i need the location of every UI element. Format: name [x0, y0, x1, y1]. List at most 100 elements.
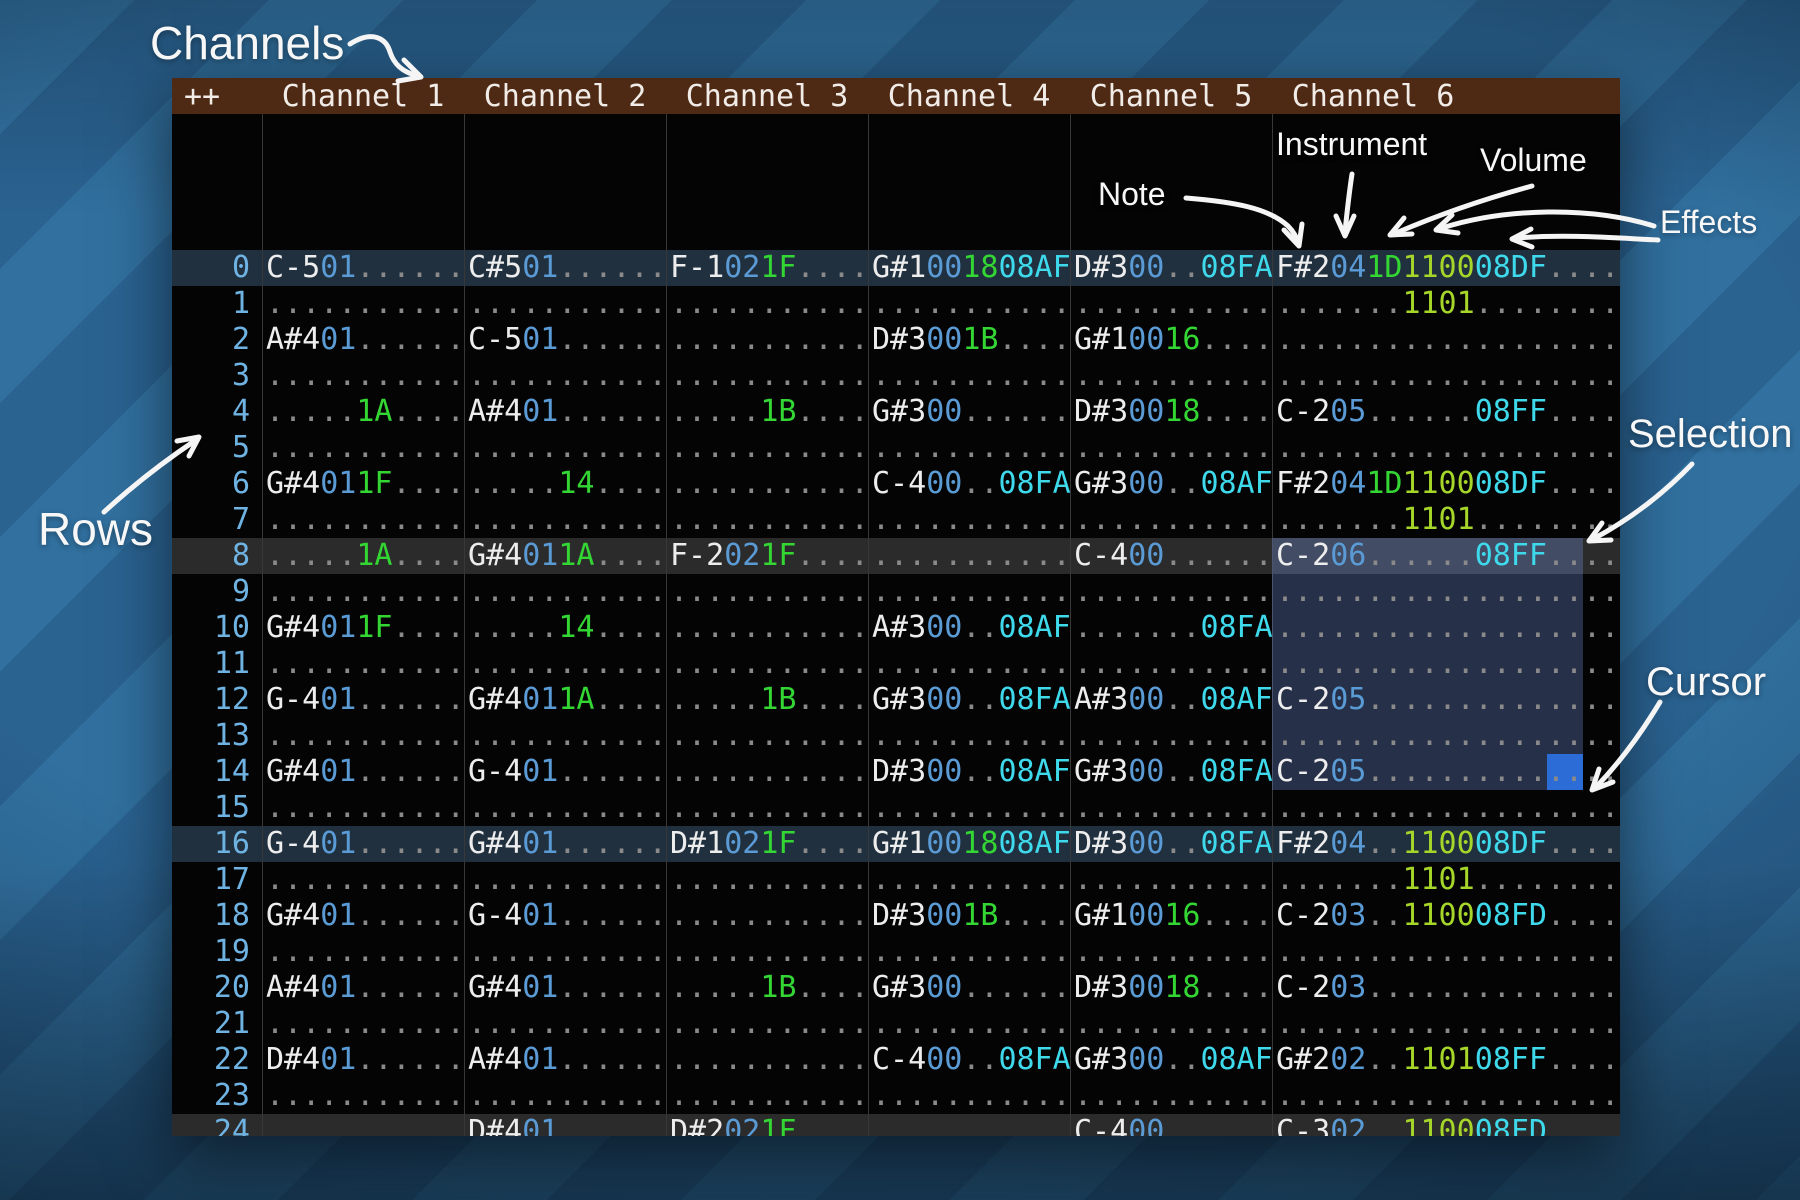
pattern-cell-r11-ch1[interactable]: ........... — [266, 646, 465, 682]
pattern-cell-r4-ch6[interactable]: C-205......08FF.... — [1276, 394, 1619, 430]
pattern-cell-r13-ch5[interactable]: ........... — [1074, 718, 1273, 754]
pattern-cell-r16-ch5[interactable]: D#300..08FA — [1074, 826, 1273, 862]
pattern-cell-r2-ch5[interactable]: G#10016.... — [1074, 322, 1273, 358]
pattern-cell-r8-ch5[interactable]: C-400...... — [1074, 538, 1273, 574]
pattern-cell-r0-ch3[interactable]: F-1021F.... — [670, 250, 869, 286]
pattern-cell-r9-ch5[interactable]: ........... — [1074, 574, 1273, 610]
pattern-cell-r9-ch1[interactable]: ........... — [266, 574, 465, 610]
channel-header-3[interactable]: Channel 3 — [666, 78, 868, 114]
pattern-cell-r3-ch5[interactable]: ........... — [1074, 358, 1273, 394]
pattern-cell-r7-ch1[interactable]: ........... — [266, 502, 465, 538]
pattern-cell-r24-ch4[interactable]: ........... — [872, 1114, 1071, 1136]
pattern-cell-r12-ch6[interactable]: C-205.............. — [1276, 682, 1619, 718]
pattern-cell-r10-ch1[interactable]: G#4011F.... — [266, 610, 465, 646]
pattern-cell-r16-ch1[interactable]: G-401...... — [266, 826, 465, 862]
pattern-cell-r12-ch4[interactable]: G#300..08FA — [872, 682, 1071, 718]
pattern-cell-r19-ch4[interactable]: ........... — [872, 934, 1071, 970]
pattern-cell-r17-ch2[interactable]: ........... — [468, 862, 667, 898]
pattern-cell-r17-ch4[interactable]: ........... — [872, 862, 1071, 898]
pattern-cell-r13-ch4[interactable]: ........... — [872, 718, 1071, 754]
pattern-cell-r17-ch1[interactable]: ........... — [266, 862, 465, 898]
pattern-cell-r15-ch1[interactable]: ........... — [266, 790, 465, 826]
pattern-cell-r24-ch6[interactable]: C-302..110008FD.... — [1276, 1114, 1619, 1136]
pattern-cell-r4-ch2[interactable]: A#401...... — [468, 394, 667, 430]
pattern-cell-r15-ch5[interactable]: ........... — [1074, 790, 1273, 826]
pattern-cell-r6-ch2[interactable]: .....14.... — [468, 466, 667, 502]
pattern-cell-r5-ch6[interactable]: ................... — [1276, 430, 1619, 466]
pattern-cell-r9-ch6[interactable]: ................... — [1276, 574, 1619, 610]
pattern-cell-r0-ch2[interactable]: C#501...... — [468, 250, 667, 286]
pattern-cell-r10-ch5[interactable]: .......08FA — [1074, 610, 1273, 646]
pattern-cell-r23-ch2[interactable]: ........... — [468, 1078, 667, 1114]
pattern-cell-r10-ch3[interactable]: ........... — [670, 610, 869, 646]
pattern-cell-r6-ch5[interactable]: G#300..08AF — [1074, 466, 1273, 502]
pattern-cell-r22-ch6[interactable]: G#202..110108FF.... — [1276, 1042, 1619, 1078]
pattern-cell-r0-ch4[interactable]: G#1001808AF — [872, 250, 1071, 286]
pattern-cell-r3-ch6[interactable]: ................... — [1276, 358, 1619, 394]
channel-header-1[interactable]: Channel 1 — [262, 78, 464, 114]
pattern-cell-r22-ch4[interactable]: C-400..08FA — [872, 1042, 1071, 1078]
pattern-cell-r12-ch3[interactable]: .....1B.... — [670, 682, 869, 718]
pattern-cell-r15-ch6[interactable]: ................... — [1276, 790, 1619, 826]
pattern-cell-r2-ch2[interactable]: C-501...... — [468, 322, 667, 358]
pattern-cell-r13-ch1[interactable]: ........... — [266, 718, 465, 754]
pattern-cell-r10-ch2[interactable]: .....14.... — [468, 610, 667, 646]
channel-header-2[interactable]: Channel 2 — [464, 78, 666, 114]
pattern-cell-r24-ch5[interactable]: C-400...... — [1074, 1114, 1273, 1136]
pattern-cell-r20-ch5[interactable]: D#30018.... — [1074, 970, 1273, 1006]
pattern-cell-r11-ch5[interactable]: ........... — [1074, 646, 1273, 682]
pattern-cell-r14-ch2[interactable]: G-401...... — [468, 754, 667, 790]
pattern-cell-r4-ch5[interactable]: D#30018.... — [1074, 394, 1273, 430]
pattern-cell-r23-ch6[interactable]: ................... — [1276, 1078, 1619, 1114]
pattern-cell-r21-ch1[interactable]: ........... — [266, 1006, 465, 1042]
pattern-cell-r11-ch6[interactable]: ................... — [1276, 646, 1619, 682]
pattern-cell-r7-ch2[interactable]: ........... — [468, 502, 667, 538]
pattern-cell-r6-ch4[interactable]: C-400..08FA — [872, 466, 1071, 502]
pattern-cell-r15-ch2[interactable]: ........... — [468, 790, 667, 826]
pattern-cell-r2-ch1[interactable]: A#401...... — [266, 322, 465, 358]
pattern-cell-r17-ch5[interactable]: ........... — [1074, 862, 1273, 898]
pattern-cell-r9-ch3[interactable]: ........... — [670, 574, 869, 610]
pattern-cell-r0-ch6[interactable]: F#2041D110008DF.... — [1276, 250, 1619, 286]
pattern-cell-r12-ch5[interactable]: A#300..08AF — [1074, 682, 1273, 718]
header-corner[interactable]: ++ — [172, 78, 262, 114]
pattern-cell-r1-ch5[interactable]: ........... — [1074, 286, 1273, 322]
pattern-cell-r21-ch2[interactable]: ........... — [468, 1006, 667, 1042]
pattern-cell-r19-ch1[interactable]: ........... — [266, 934, 465, 970]
pattern-cell-r19-ch2[interactable]: ........... — [468, 934, 667, 970]
pattern-cell-r19-ch6[interactable]: ................... — [1276, 934, 1619, 970]
pattern-cell-r18-ch5[interactable]: G#10016.... — [1074, 898, 1273, 934]
pattern-cell-r23-ch1[interactable]: ........... — [266, 1078, 465, 1114]
pattern-cell-r0-ch5[interactable]: D#300..08FA — [1074, 250, 1273, 286]
pattern-cell-r16-ch4[interactable]: G#1001808AF — [872, 826, 1071, 862]
pattern-cell-r12-ch1[interactable]: G-401...... — [266, 682, 465, 718]
pattern-cell-r18-ch3[interactable]: ........... — [670, 898, 869, 934]
pattern-cell-r6-ch1[interactable]: G#4011F.... — [266, 466, 465, 502]
pattern-cell-r7-ch4[interactable]: ........... — [872, 502, 1071, 538]
pattern-cell-r16-ch3[interactable]: D#1021F.... — [670, 826, 869, 862]
pattern-cell-r21-ch6[interactable]: ................... — [1276, 1006, 1619, 1042]
pattern-cell-r5-ch2[interactable]: ........... — [468, 430, 667, 466]
pattern-cell-r1-ch3[interactable]: ........... — [670, 286, 869, 322]
pattern-cell-r5-ch3[interactable]: ........... — [670, 430, 869, 466]
pattern-cell-r13-ch3[interactable]: ........... — [670, 718, 869, 754]
pattern-cell-r13-ch6[interactable]: ................... — [1276, 718, 1619, 754]
pattern-cell-r8-ch6[interactable]: C-206......08FF.... — [1276, 538, 1619, 574]
pattern-cell-r6-ch3[interactable]: ........... — [670, 466, 869, 502]
pattern-cell-r20-ch1[interactable]: A#401...... — [266, 970, 465, 1006]
pattern-cell-r4-ch1[interactable]: .....1A.... — [266, 394, 465, 430]
pattern-cell-r21-ch4[interactable]: ........... — [872, 1006, 1071, 1042]
pattern-cell-r22-ch3[interactable]: ........... — [670, 1042, 869, 1078]
pattern-cell-r15-ch3[interactable]: ........... — [670, 790, 869, 826]
pattern-cell-r1-ch2[interactable]: ........... — [468, 286, 667, 322]
pattern-cell-r18-ch6[interactable]: C-203..110008FD.... — [1276, 898, 1619, 934]
pattern-cell-r1-ch4[interactable]: ........... — [872, 286, 1071, 322]
pattern-cell-r24-ch1[interactable]: ........... — [266, 1114, 465, 1136]
pattern-cell-r0-ch1[interactable]: C-501...... — [266, 250, 465, 286]
pattern-cell-r21-ch3[interactable]: ........... — [670, 1006, 869, 1042]
pattern-cell-r7-ch3[interactable]: ........... — [670, 502, 869, 538]
pattern-cell-r5-ch4[interactable]: ........... — [872, 430, 1071, 466]
pattern-cell-r15-ch4[interactable]: ........... — [872, 790, 1071, 826]
pattern-cell-r17-ch3[interactable]: ........... — [670, 862, 869, 898]
pattern-cell-r20-ch4[interactable]: G#300...... — [872, 970, 1071, 1006]
